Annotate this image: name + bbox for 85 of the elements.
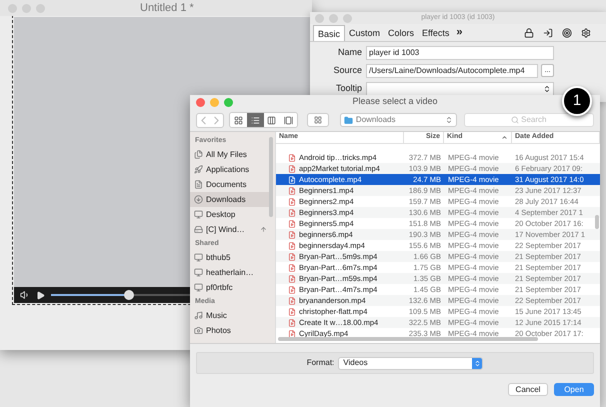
video-file-icon bbox=[288, 252, 296, 260]
format-label: Format: bbox=[306, 357, 334, 369]
view-mode-button[interactable] bbox=[264, 113, 280, 127]
field-label: Source bbox=[332, 64, 363, 77]
grid-icon bbox=[234, 116, 243, 124]
more-tabs-button[interactable]: » bbox=[453, 24, 466, 41]
sort-caret-icon[interactable] bbox=[501, 134, 508, 141]
sidebar-item[interactable]: Desktop bbox=[190, 207, 269, 222]
location-dropdown[interactable]: Downloads bbox=[340, 113, 457, 127]
tab[interactable]: Custom bbox=[345, 24, 384, 40]
field-label: Tooltip bbox=[334, 82, 363, 95]
horizontal-scrollbar[interactable] bbox=[278, 337, 538, 341]
field-label: Name bbox=[336, 46, 363, 59]
view-mode-button[interactable] bbox=[230, 113, 247, 127]
search-icon bbox=[511, 116, 520, 124]
sidebar-item[interactable]: All My Files bbox=[190, 147, 269, 162]
computer-icon bbox=[194, 268, 203, 277]
video-file-icon bbox=[288, 186, 296, 194]
arrange-button[interactable] bbox=[307, 113, 329, 127]
video-file-icon bbox=[288, 230, 296, 238]
eject-icon[interactable] bbox=[260, 226, 267, 233]
photos-icon bbox=[194, 326, 203, 335]
computer-icon bbox=[194, 253, 203, 262]
format-dropdown[interactable]: Videos bbox=[338, 356, 484, 370]
chevrons-icon bbox=[444, 116, 453, 124]
video-file-icon bbox=[288, 264, 296, 272]
input-field[interactable] bbox=[366, 82, 554, 96]
folder-icon bbox=[344, 116, 353, 124]
video-file-icon bbox=[288, 242, 296, 250]
computer-icon bbox=[194, 283, 203, 292]
field-value: /Users/Laine/Downloads/Autocomplete.mp4 bbox=[369, 64, 525, 76]
downloads-icon bbox=[194, 195, 203, 204]
video-file-icon bbox=[288, 330, 296, 338]
sidebar-item[interactable]: [C] Wind… bbox=[190, 222, 269, 237]
video-file-icon bbox=[288, 164, 296, 172]
scrollbar[interactable] bbox=[595, 215, 599, 229]
grid-icon bbox=[314, 116, 322, 124]
video-file-icon bbox=[288, 220, 296, 228]
volume-icon[interactable] bbox=[20, 290, 30, 300]
video-file-icon bbox=[288, 208, 296, 216]
view-mode-button[interactable] bbox=[280, 113, 298, 127]
dialog-title: Please select a video bbox=[351, 95, 439, 108]
documents-icon bbox=[194, 180, 203, 189]
music-icon bbox=[194, 311, 203, 320]
tab[interactable]: Colors bbox=[384, 24, 418, 40]
view-mode-button[interactable] bbox=[246, 113, 264, 127]
video-file-icon bbox=[288, 154, 296, 162]
sidebar-item[interactable]: Music bbox=[190, 308, 269, 323]
video-file-icon bbox=[288, 176, 296, 184]
lock-icon[interactable] bbox=[524, 28, 534, 38]
video-file-icon bbox=[288, 286, 296, 294]
sidebar-item[interactable]: Downloads bbox=[190, 192, 269, 207]
cover-flow-icon bbox=[284, 116, 294, 124]
tab[interactable]: Effects bbox=[418, 24, 454, 40]
sidebar-item[interactable]: pf0rtbfc bbox=[190, 280, 269, 295]
sidebar-item[interactable]: Applications bbox=[190, 162, 269, 177]
video-file-icon bbox=[288, 318, 296, 326]
apps-icon bbox=[194, 165, 203, 174]
chevrons-icon bbox=[474, 360, 481, 366]
video-file-icon bbox=[288, 296, 296, 304]
export-icon[interactable] bbox=[543, 28, 553, 38]
columns-icon bbox=[267, 116, 276, 124]
tab[interactable]: Basic bbox=[313, 24, 346, 40]
sidebar-item[interactable]: heatherlain… bbox=[190, 265, 269, 280]
files-icon bbox=[194, 150, 203, 159]
video-file-icon bbox=[288, 308, 296, 316]
target-icon[interactable] bbox=[562, 28, 572, 38]
slider-thumb[interactable] bbox=[124, 290, 134, 300]
desktop-icon bbox=[194, 210, 203, 219]
window-title: Untitled 1 * bbox=[140, 2, 194, 14]
list-icon bbox=[250, 116, 260, 124]
video-file-icon bbox=[288, 274, 296, 282]
input-field[interactable]: /Users/Laine/Downloads/Autocomplete.mp4 bbox=[366, 64, 538, 78]
stepper-icon[interactable] bbox=[543, 84, 551, 92]
sidebar-item[interactable]: Photos bbox=[190, 323, 269, 338]
play-icon[interactable] bbox=[36, 290, 45, 300]
scrollbar[interactable] bbox=[269, 137, 273, 217]
field-value: player id 1003 bbox=[369, 46, 420, 58]
sidebar-item[interactable]: Documents bbox=[190, 177, 269, 192]
settings-icon[interactable] bbox=[581, 28, 591, 38]
video-file-icon bbox=[288, 198, 296, 206]
navigation-buttons[interactable] bbox=[196, 112, 224, 128]
dialog-button[interactable]: Cancel bbox=[508, 383, 548, 396]
input-field[interactable]: player id 1003 bbox=[366, 46, 554, 60]
sidebar-item[interactable]: bthub5 bbox=[190, 250, 269, 265]
